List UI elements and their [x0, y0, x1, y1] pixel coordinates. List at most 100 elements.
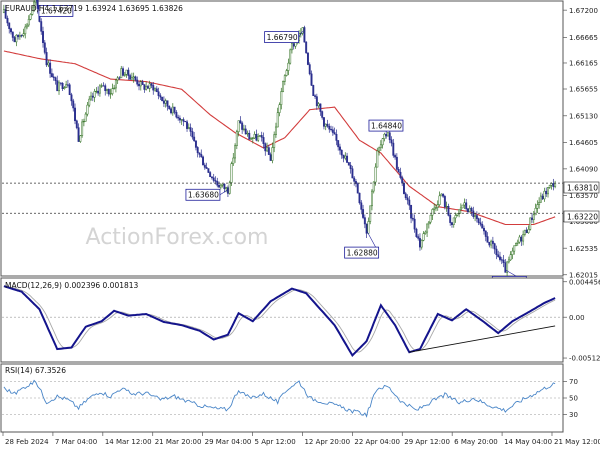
candle-bear — [40, 21, 43, 32]
candle-bear — [205, 167, 208, 169]
candle-bull — [511, 250, 514, 255]
candle-bear — [331, 129, 334, 133]
macd-panel-title: MACD(12,26,9) 0.002396 0.001813 — [5, 281, 139, 290]
candle-bear — [328, 125, 331, 130]
candle-bull — [539, 195, 542, 203]
candle-bull — [114, 79, 117, 89]
watermark: ActionForex.com — [86, 225, 269, 250]
candle-bear — [495, 248, 498, 256]
candle-bear — [467, 208, 469, 213]
candle-bear — [146, 86, 149, 89]
candle-bull — [452, 217, 455, 225]
candle-bull — [513, 245, 516, 252]
candle-bull — [317, 103, 320, 107]
candle-bear — [159, 95, 162, 98]
candle-bear — [102, 85, 105, 87]
candle-bear — [392, 142, 395, 156]
candle-bear — [203, 164, 206, 168]
candle-bear — [72, 100, 75, 109]
candle-bull — [100, 85, 103, 87]
candle-bear — [337, 140, 340, 148]
candle-bull — [139, 81, 142, 87]
candle-bear — [168, 106, 171, 110]
candle-bear — [218, 184, 221, 188]
candle-bear — [520, 236, 523, 242]
candle-bear — [347, 162, 350, 166]
time-tick-label: 21 Mar 20:00 — [155, 438, 202, 446]
candle-bull — [426, 223, 429, 233]
candle-bear — [214, 180, 217, 182]
candle-bear — [129, 75, 132, 80]
price-tick-label: 1.65655 — [569, 86, 598, 94]
current-price-label: 1.63810 — [567, 184, 598, 193]
candle-bear — [342, 154, 345, 159]
candle-bull — [374, 166, 377, 183]
candle-bull — [427, 221, 430, 225]
candle-bull — [289, 49, 292, 64]
candle-bear — [216, 181, 219, 186]
candle-bull — [246, 132, 249, 135]
candle-bear — [182, 119, 185, 122]
candle-bull — [242, 128, 245, 130]
candle-bear — [413, 218, 416, 230]
time-axis: 28 Feb 2024 7 Mar 04:00 14 Mar 12:00 21 Mar… — [2, 432, 600, 446]
rsi-panel-title: RSI(14) 67.3526 — [5, 366, 66, 375]
candle-bear — [401, 177, 404, 184]
candle-bull — [27, 18, 30, 26]
swing-label-text: 1.63680 — [188, 191, 219, 200]
macd-tick-label: 0.00 — [569, 314, 585, 322]
candle-bear — [155, 88, 158, 93]
candle-bear — [207, 168, 210, 173]
candle-bear — [477, 218, 480, 223]
candle-bear — [415, 228, 418, 237]
candle-bull — [274, 126, 277, 136]
candle-bear — [338, 146, 341, 151]
candle-bear — [157, 91, 160, 96]
candle-bear — [50, 73, 53, 78]
candle-bear — [395, 156, 398, 170]
candle-bear — [493, 243, 496, 250]
candle-bull — [534, 207, 537, 216]
candle-bull — [433, 207, 436, 210]
candle-bull — [164, 100, 167, 104]
candle-bear — [408, 199, 411, 206]
time-tick-label: 12 Apr 20:00 — [304, 438, 350, 446]
candle-bull — [171, 106, 174, 114]
candle-bear — [196, 147, 199, 154]
candle-bear — [6, 17, 9, 24]
candle-bear — [321, 111, 324, 118]
candle-bear — [70, 94, 73, 102]
candle-bear — [394, 155, 397, 158]
candle-bear — [500, 259, 503, 261]
candle-bull — [148, 83, 151, 89]
candle-bear — [194, 140, 197, 148]
candle-bear — [191, 131, 194, 138]
candle-bear — [504, 262, 507, 273]
candle-bull — [463, 202, 466, 206]
candle-bear — [470, 207, 473, 212]
candle-bear — [349, 164, 352, 169]
forex-chart: ActionForex.com 1.672001.666651.661651.6… — [0, 0, 600, 446]
candle-bear — [97, 90, 100, 94]
candle-bull — [283, 75, 286, 82]
candle-bull — [113, 87, 116, 89]
candle-bull — [276, 112, 279, 128]
candle-bear — [315, 96, 318, 107]
candle-bear — [138, 83, 140, 87]
candle-bull — [522, 234, 525, 242]
candle-bear — [310, 73, 313, 86]
candle-bear — [54, 77, 57, 81]
candle-bear — [403, 182, 405, 194]
candle-bear — [43, 42, 46, 53]
price-tick-label: 1.66665 — [569, 34, 598, 42]
candle-bear — [491, 240, 494, 244]
candle-bear — [497, 254, 500, 257]
candle-bear — [17, 34, 20, 38]
candle-bull — [63, 87, 66, 89]
candle-bear — [443, 196, 446, 208]
candle-bull — [250, 138, 253, 140]
price-tick-label: 1.67200 — [569, 7, 598, 15]
candle-bull — [257, 136, 260, 141]
candle-bear — [360, 202, 363, 210]
candle-bear — [388, 132, 391, 141]
